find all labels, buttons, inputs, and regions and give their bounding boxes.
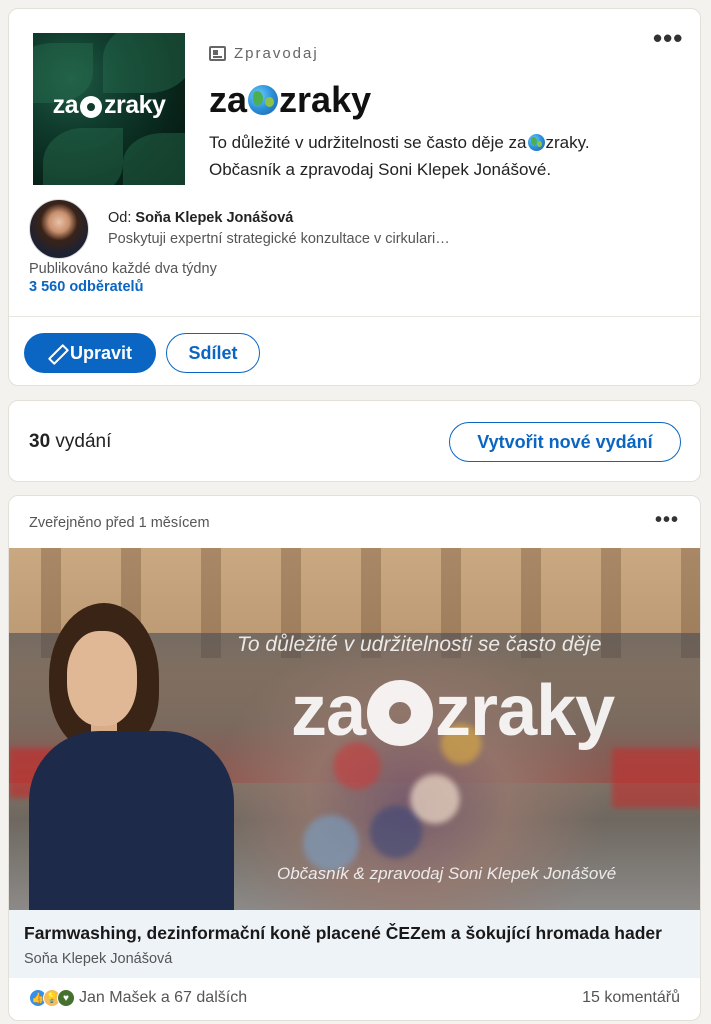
article-author: Soňa Klepek Jonášová (24, 951, 173, 967)
share-button-label: Sdílet (188, 342, 238, 363)
article-more-options-icon[interactable]: ••• (655, 510, 679, 530)
author-bio: Poskytuji expertní strategické konzultac… (108, 231, 450, 247)
image-logo-right: zraky (435, 671, 615, 751)
reactions-text[interactable]: Jan Mašek a 67 dalších (79, 989, 247, 1007)
editions-count: 30 vydání (29, 431, 111, 453)
subscribers-link[interactable]: 3 560 odběratelů (29, 279, 143, 295)
image-logo-left: za (291, 671, 366, 751)
divider (9, 316, 700, 317)
create-new-edition-label: Vytvořit nové vydání (477, 431, 653, 452)
cover-logo-right: zraky (103, 91, 166, 119)
article-meta[interactable]: Farmwashing, dezinformační koně placené … (9, 910, 700, 978)
image-tagline: To důležité v udržitelnosti se často děj… (237, 633, 602, 656)
image-footer-text: Občasník & zpravodaj Soni Klepek Jonášov… (277, 864, 617, 883)
editions-count-label: vydání (55, 431, 112, 452)
edit-button[interactable]: Upravit (24, 333, 156, 373)
image-logo-ring-icon (367, 680, 434, 746)
reaction-icons: 👍 💡 ♥ (29, 989, 75, 1007)
cover-logo: za zraky (33, 91, 185, 120)
author-prefix: Od: (108, 210, 132, 226)
cover-logo-left: za (52, 91, 79, 119)
newsletter-cover-image[interactable]: za zraky (33, 33, 185, 185)
newsletter-icon (209, 46, 226, 61)
pencil-icon (48, 345, 64, 361)
newsletter-kicker: Zpravodaj (209, 45, 319, 62)
create-new-edition-button[interactable]: Vytvořit nové vydání (449, 422, 681, 462)
article-cover-image[interactable]: To důležité v udržitelnosti se často děj… (9, 548, 700, 910)
image-logo: za zraky (291, 670, 615, 752)
publish-frequency: Publikováno každé dva týdny (29, 261, 217, 277)
title-left: za (209, 79, 248, 120)
editions-count-number: 30 (29, 431, 51, 452)
author-photo (29, 603, 234, 910)
cover-logo-ring-icon (79, 95, 102, 118)
article-title[interactable]: Farmwashing, dezinformační koně placené … (24, 923, 662, 944)
newsletter-header-card: za zraky Zpravodaj ••• za zraky To důlež… (8, 8, 701, 386)
support-icon: ♥ (57, 989, 75, 1007)
description-line-2: Občasník a zpravodaj Soni Klepek Jonášov… (209, 160, 552, 179)
globe-icon (527, 134, 545, 151)
title-right: zraky (279, 79, 372, 120)
edit-button-label: Upravit (69, 342, 132, 363)
kicker-label: Zpravodaj (234, 45, 319, 62)
editions-card: 30 vydání Vytvořit nové vydání (8, 400, 701, 482)
newsletter-description: To důležité v udržitelnosti se často děj… (209, 129, 679, 183)
author-line: Od: Soňa Klepek Jonášová (108, 210, 293, 226)
globe-icon (248, 85, 279, 115)
share-button[interactable]: Sdílet (166, 333, 260, 373)
article-card[interactable]: Zveřejněno před 1 měsícem ••• To důležit… (8, 495, 701, 1021)
description-text: zraky. (545, 133, 590, 152)
newsletter-title: za zraky (209, 79, 371, 121)
description-text: To důležité v udržitelnosti se často děj… (209, 133, 527, 152)
reactions-summary[interactable]: 👍 💡 ♥ Jan Mašek a 67 dalších (29, 989, 247, 1007)
published-time: Zveřejněno před 1 měsícem (29, 515, 210, 531)
author-name-link[interactable]: Soňa Klepek Jonášová (135, 210, 293, 226)
author-avatar[interactable] (29, 199, 89, 259)
more-options-icon[interactable]: ••• (653, 25, 683, 51)
comments-count[interactable]: 15 komentářů (582, 989, 680, 1007)
